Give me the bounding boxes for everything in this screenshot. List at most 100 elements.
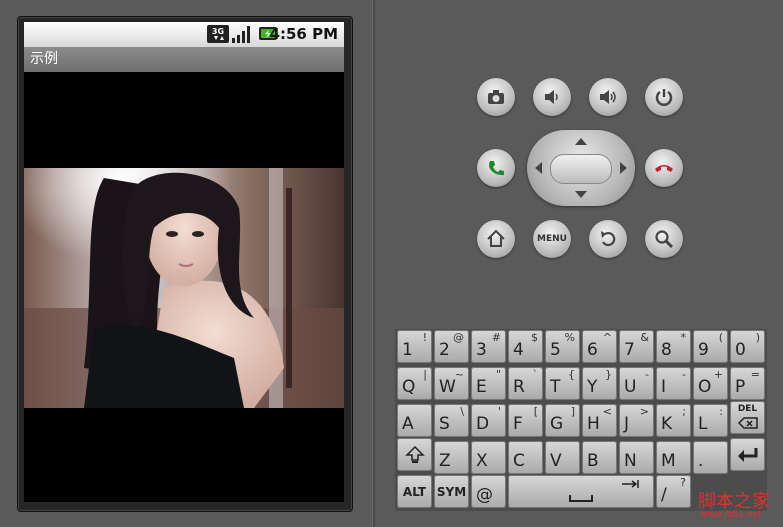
- key-a[interactable]: A: [397, 404, 432, 437]
- key-e[interactable]: E ": [471, 367, 506, 400]
- key-8[interactable]: 8 *: [656, 330, 691, 363]
- key-c[interactable]: C: [508, 441, 543, 474]
- key-f[interactable]: F[: [508, 404, 543, 437]
- camera-button[interactable]: [477, 78, 515, 116]
- shift-arrow-icon: [405, 445, 425, 463]
- key-main-label: V: [550, 451, 562, 471]
- key-main-label: S: [439, 414, 450, 434]
- end-call-icon: [655, 165, 673, 172]
- shift-key[interactable]: [397, 438, 432, 471]
- key-alt-label: &: [640, 331, 649, 344]
- key-main-label: 9: [698, 340, 709, 360]
- key-alt-label: \: [460, 405, 464, 418]
- key-n[interactable]: N: [619, 441, 654, 474]
- device-screen: 3G 4:56 PM 示例: [24, 22, 344, 502]
- slash-key[interactable]: / ?: [656, 475, 691, 508]
- menu-button[interactable]: MENU: [533, 220, 571, 258]
- key-y[interactable]: Y}: [582, 367, 617, 400]
- key-main-label: 8: [661, 340, 672, 360]
- phone-call-icon: [489, 161, 504, 176]
- back-button[interactable]: [589, 220, 627, 258]
- key-h[interactable]: H <: [582, 404, 617, 437]
- key-main-label: 0: [735, 340, 746, 360]
- key-5[interactable]: 5%: [545, 330, 580, 363]
- tab-arrow-icon: [622, 480, 639, 488]
- key-d[interactable]: D ': [471, 404, 506, 437]
- key-main-label: L: [698, 414, 708, 434]
- at-key[interactable]: @: [471, 475, 506, 508]
- key-4[interactable]: 4 $: [508, 330, 543, 363]
- key-alt-label: ": [495, 368, 501, 381]
- key-k[interactable]: K;: [656, 404, 691, 437]
- key-1[interactable]: 1!: [397, 330, 432, 363]
- key-l[interactable]: L:: [693, 404, 728, 437]
- at-key-label: @: [476, 485, 493, 505]
- key-alt-label: |: [423, 368, 427, 381]
- search-button[interactable]: [645, 220, 683, 258]
- key-alt-label: [: [533, 405, 538, 418]
- key-3[interactable]: 3 #: [471, 330, 506, 363]
- key-main-label: H: [587, 414, 600, 434]
- key-alt-label: *: [680, 331, 687, 344]
- key-z[interactable]: Z: [434, 441, 469, 474]
- key-7[interactable]: 7 &: [619, 330, 654, 363]
- key-r[interactable]: R `: [508, 367, 543, 400]
- key-main-label: X: [476, 451, 488, 471]
- key-period[interactable]: .: [693, 441, 728, 474]
- key-main-label: 6: [587, 340, 598, 360]
- key-main-label: Z: [439, 451, 451, 471]
- key-alt-label: }: [605, 368, 612, 381]
- key-q[interactable]: Q |: [397, 367, 432, 400]
- key-main-label: J: [624, 414, 630, 434]
- dpad-center-button[interactable]: [550, 154, 612, 184]
- power-icon: [655, 89, 673, 106]
- camera-icon: [488, 90, 504, 104]
- alt-key-label: ALT: [402, 484, 427, 499]
- app-title-bar: 示例: [24, 47, 344, 72]
- power-button[interactable]: [645, 78, 683, 116]
- alt-key[interactable]: ALT: [397, 475, 432, 508]
- key-o[interactable]: O +: [693, 367, 728, 400]
- sym-key-label: SYM: [436, 484, 467, 499]
- home-button[interactable]: [477, 220, 515, 258]
- key-w[interactable]: W ~: [434, 367, 469, 400]
- volume-up-button[interactable]: [589, 78, 627, 116]
- key-b[interactable]: B: [582, 441, 617, 474]
- key-alt-label: @: [453, 331, 464, 344]
- key-main-label: P: [735, 377, 746, 397]
- key-main-label: N: [624, 451, 637, 471]
- key-2[interactable]: 2 @: [434, 330, 469, 363]
- key-s[interactable]: S \: [434, 404, 469, 437]
- call-button[interactable]: [477, 149, 515, 187]
- sym-key[interactable]: SYM: [434, 475, 469, 508]
- key-t[interactable]: T{: [545, 367, 580, 400]
- 3g-network-icon: 3G: [207, 25, 229, 43]
- key-main-label: C: [513, 451, 525, 471]
- key-p[interactable]: P =: [730, 367, 765, 400]
- key-alt-label: !: [422, 331, 427, 344]
- key-j[interactable]: J >: [619, 404, 654, 437]
- key-i[interactable]: I-: [656, 367, 691, 400]
- key-9[interactable]: 9(: [693, 330, 728, 363]
- volume-down-button[interactable]: [533, 78, 571, 116]
- key-main-label: M: [661, 451, 676, 471]
- key-main-label: A: [402, 414, 414, 434]
- key-m[interactable]: M: [656, 441, 691, 474]
- watermark-url: www.jb51.net: [700, 510, 762, 520]
- delete-key[interactable]: DEL: [730, 401, 765, 434]
- key-v[interactable]: V: [545, 441, 580, 474]
- key-main-label: 5: [550, 340, 561, 360]
- signal-strength-icon: [232, 26, 250, 43]
- key-0[interactable]: 0): [730, 330, 765, 363]
- key-main-label: T: [550, 377, 561, 397]
- key-g[interactable]: G]: [545, 404, 580, 437]
- key-alt-label: -: [645, 368, 649, 381]
- enter-key[interactable]: [730, 438, 765, 471]
- search-icon: [655, 230, 674, 249]
- end-call-button[interactable]: [645, 149, 683, 187]
- key-6[interactable]: 6 ^: [582, 330, 617, 363]
- key-u[interactable]: U-: [619, 367, 654, 400]
- space-key[interactable]: [508, 475, 654, 508]
- key-x[interactable]: X: [471, 441, 506, 474]
- key-alt-label: ;: [682, 405, 686, 418]
